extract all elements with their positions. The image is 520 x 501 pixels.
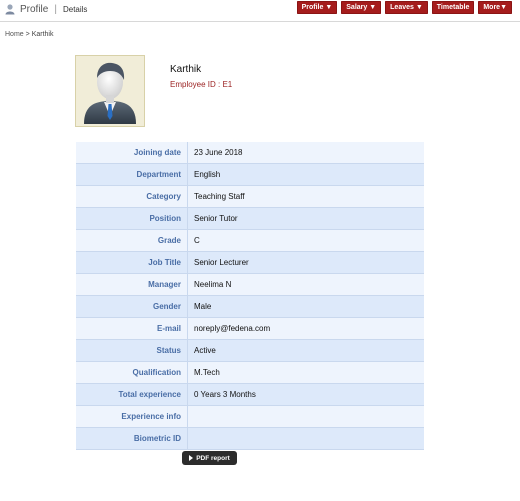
field-value: Active [194, 346, 216, 355]
employee-id: Employee ID : E1 [170, 80, 233, 89]
field-value: Teaching Staff [194, 192, 245, 201]
field-value: 23 June 2018 [194, 148, 243, 157]
header-divider [0, 21, 520, 22]
avatar [75, 55, 145, 127]
field-value: English [194, 170, 221, 179]
field-value: C [194, 236, 200, 245]
field-label: Qualification [76, 362, 188, 383]
field-label: Position [76, 208, 188, 229]
pdf-report-label: PDF report [196, 454, 230, 462]
pdf-report-button[interactable]: PDF report [182, 451, 237, 465]
table-row: Job Title Senior Lecturer [76, 252, 424, 274]
table-row: Biometric ID [76, 428, 424, 450]
table-row: Department English [76, 164, 424, 186]
salary-menu-button[interactable]: Salary ▼ [341, 1, 382, 14]
breadcrumb-current: Karthik [31, 31, 54, 38]
field-label: Grade [76, 230, 188, 251]
table-row: Qualification M.Tech [76, 362, 424, 384]
table-row: Category Teaching Staff [76, 186, 424, 208]
field-value: noreply@fedena.com [194, 324, 271, 333]
field-label: Biometric ID [76, 428, 188, 449]
user-icon [5, 4, 15, 15]
field-label: E-mail [76, 318, 188, 339]
field-value: Neelima N [194, 280, 232, 289]
table-row: Joining date 23 June 2018 [76, 142, 424, 164]
breadcrumb-home-link[interactable]: Home [5, 31, 24, 38]
top-bar: Profile | Details Profile ▼ Salary ▼ Lea… [0, 0, 520, 18]
table-row: Manager Neelima N [76, 274, 424, 296]
field-label: Job Title [76, 252, 188, 273]
table-row: E-mail noreply@fedena.com [76, 318, 424, 340]
timetable-button[interactable]: Timetable [431, 1, 475, 14]
field-value [188, 428, 194, 449]
field-label: Manager [76, 274, 188, 295]
field-value: M.Tech [194, 368, 220, 377]
field-label: Department [76, 164, 188, 185]
details-table: Joining date 23 June 2018 Department Eng… [76, 142, 424, 450]
field-value: Senior Tutor [194, 214, 238, 223]
top-menu: Profile ▼ Salary ▼ Leaves ▼ Timetable Mo… [296, 1, 512, 14]
field-label: Status [76, 340, 188, 361]
field-label: Category [76, 186, 188, 207]
field-value: Senior Lecturer [194, 258, 249, 267]
table-row: Experience info [76, 406, 424, 428]
field-value [188, 406, 194, 427]
more-menu-button[interactable]: More▼ [478, 1, 512, 14]
play-arrow-icon [189, 455, 194, 461]
table-row: Status Active [76, 340, 424, 362]
page-subtitle: Details [62, 4, 88, 14]
table-row: Gender Male [76, 296, 424, 318]
breadcrumb-separator: > [25, 31, 30, 38]
table-row: Total experience 0 Years 3 Months [76, 384, 424, 406]
field-value: Male [194, 302, 212, 311]
page-title: Profile [20, 3, 49, 15]
field-label: Joining date [76, 142, 188, 163]
title-separator: | [54, 3, 57, 15]
profile-menu-button[interactable]: Profile ▼ [296, 1, 338, 14]
employee-name: Karthik [170, 64, 202, 75]
person-silhouette-icon [84, 62, 136, 124]
leaves-menu-button[interactable]: Leaves ▼ [385, 1, 428, 14]
table-row: Grade C [76, 230, 424, 252]
breadcrumb: Home > Karthik [5, 31, 53, 38]
field-value: 0 Years 3 Months [194, 390, 256, 399]
field-label: Total experience [76, 384, 188, 405]
table-row: Position Senior Tutor [76, 208, 424, 230]
field-label: Experience info [76, 406, 188, 427]
field-label: Gender [76, 296, 188, 317]
title-area: Profile | Details [4, 1, 87, 17]
